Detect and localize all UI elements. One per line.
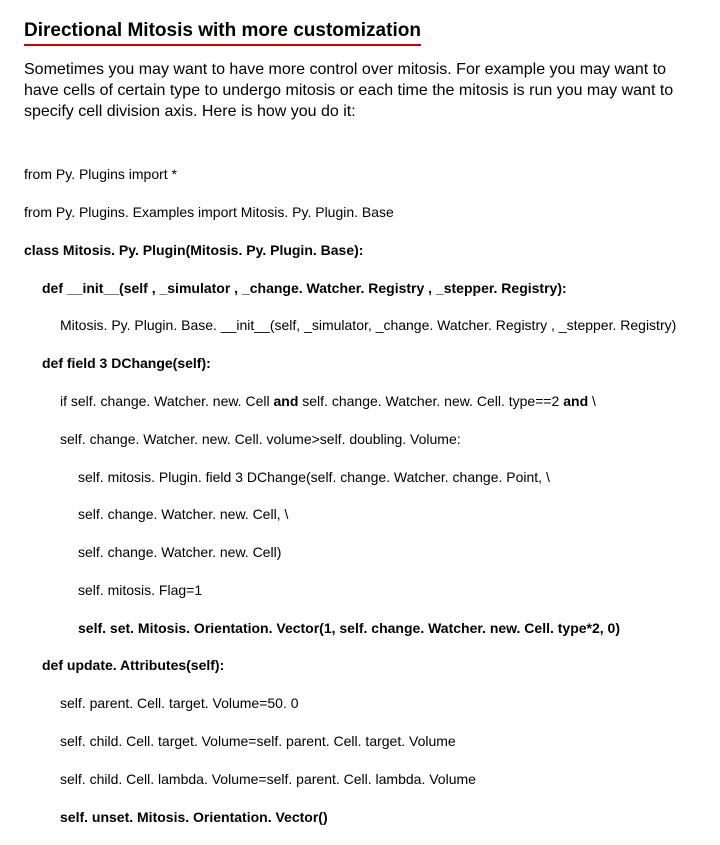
code-line: def update. Attributes(self):: [24, 656, 696, 675]
code-bold: class Mitosis. Py. Plugin(Mitosis. Py. P…: [24, 242, 363, 258]
code-text: self. change. Watcher. new. Cell. type==…: [298, 393, 563, 409]
code-bold: self. set. Mitosis. Orientation. Vector(…: [78, 620, 620, 636]
code-line: class Mitosis. Py. Plugin(Mitosis. Py. P…: [24, 241, 696, 260]
code-line: self. unset. Mitosis. Orientation. Vecto…: [24, 808, 696, 827]
code-bold: def update. Attributes(self):: [42, 657, 224, 673]
code-bold: self. unset. Mitosis. Orientation. Vecto…: [60, 809, 328, 825]
code-block: from Py. Plugins import * from Py. Plugi…: [24, 146, 696, 845]
code-text: if self. change. Watcher. new. Cell: [60, 393, 273, 409]
code-text: \: [588, 393, 596, 409]
code-line: Mitosis. Py. Plugin. Base. __init__(self…: [24, 316, 696, 335]
code-line: self. child. Cell. lambda. Volume=self. …: [24, 770, 696, 789]
code-bold: and: [563, 393, 588, 409]
slide-title: Directional Mitosis with more customizat…: [24, 20, 421, 46]
code-line: self. change. Watcher. new. Cell): [24, 543, 696, 562]
code-line: def __init__(self , _simulator , _change…: [24, 279, 696, 298]
code-line: self. mitosis. Flag=1: [24, 581, 696, 600]
code-line: self. parent. Cell. target. Volume=50. 0: [24, 694, 696, 713]
intro-paragraph: Sometimes you may want to have more cont…: [24, 60, 696, 122]
code-line: self. change. Watcher. new. Cell. volume…: [24, 430, 696, 449]
code-line: self. mitosis. Plugin. field 3 DChange(s…: [24, 468, 696, 487]
code-line: if self. change. Watcher. new. Cell and …: [24, 392, 696, 411]
code-line: self. set. Mitosis. Orientation. Vector(…: [24, 619, 696, 638]
code-line: from Py. Plugins. Examples import Mitosi…: [24, 203, 696, 222]
code-line: self. change. Watcher. new. Cell, \: [24, 505, 696, 524]
code-line: self. child. Cell. target. Volume=self. …: [24, 732, 696, 751]
code-bold: def __init__(self , _simulator , _change…: [42, 280, 567, 296]
code-bold: def field 3 DChange(self):: [42, 355, 211, 371]
code-bold: and: [273, 393, 298, 409]
code-line: def field 3 DChange(self):: [24, 354, 696, 373]
code-line: from Py. Plugins import *: [24, 165, 696, 184]
